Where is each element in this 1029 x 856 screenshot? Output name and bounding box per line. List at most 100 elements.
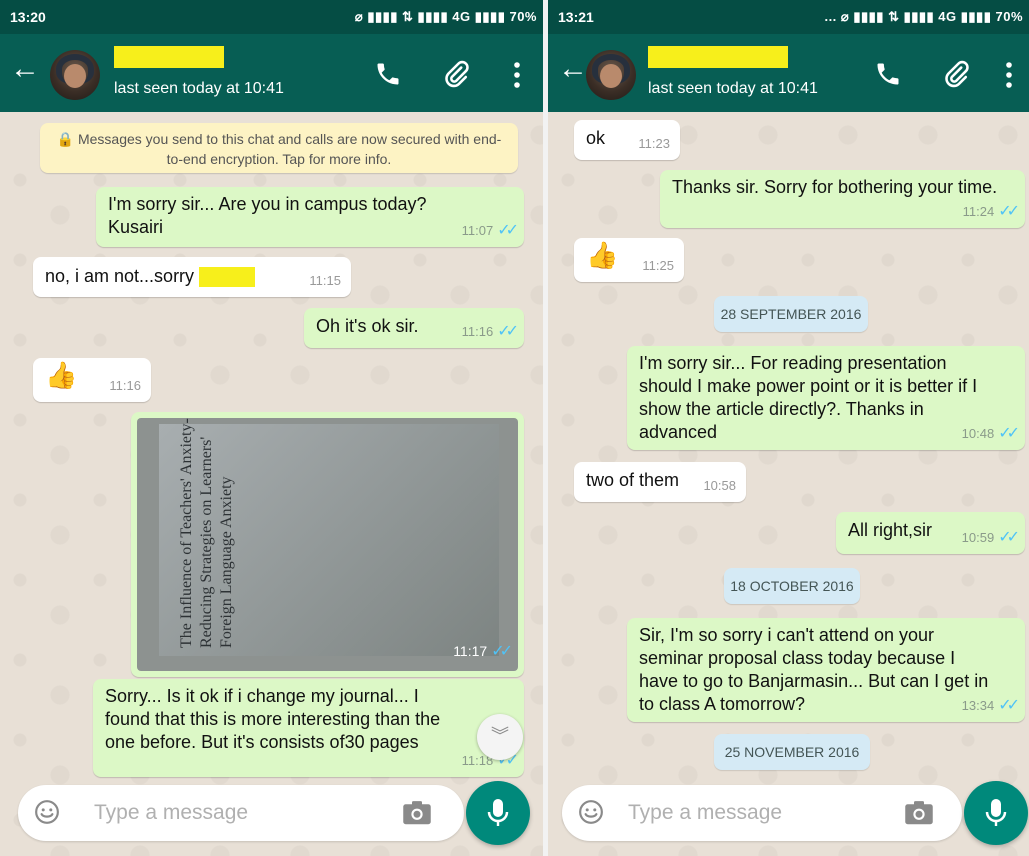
message-outgoing[interactable]: Sorry... Is it ok if i change my journal… [93,679,524,777]
phone-call-icon[interactable] [374,60,402,88]
message-text: Thanks sir. Sorry for bothering your tim… [672,177,998,197]
message-outgoing[interactable]: Thanks sir. Sorry for bothering your tim… [660,170,1025,228]
message-incoming[interactable]: no, i am not...sorry 11:15 [33,257,351,297]
message-meta: 10:48 ✓✓ [961,422,1020,445]
status-time: 13:20 [10,9,46,25]
message-list[interactable]: 🔒 Messages you send to this chat and cal… [0,112,543,856]
message-placeholder: Type a message [628,801,783,824]
phone-call-icon[interactable] [874,60,902,88]
scroll-down-button[interactable]: ︾ [477,714,523,760]
message-meta: 11:16 ✓✓ [461,320,519,343]
back-arrow-icon[interactable]: ← [10,54,40,84]
message-time: 13:34 [961,698,995,713]
message-time: 11:07 [461,223,494,238]
message-input[interactable]: Type a message [562,785,962,841]
encryption-notice[interactable]: 🔒 Messages you send to this chat and cal… [40,123,518,173]
message-meta: 11:16 [109,374,141,397]
message-outgoing[interactable]: I'm sorry sir... Are you in campus today… [96,187,524,247]
message-outgoing[interactable]: All right,sir 10:59 ✓✓ [836,512,1025,554]
message-time: 11:24 [962,204,995,219]
attach-clip-icon[interactable] [942,60,970,88]
message-text: seminar proposal class today because I [639,648,956,668]
journal-photo[interactable]: The Influence of Teachers' Anxiety-Reduc… [137,418,518,671]
chat-header: ← last seen today at 10:41 [0,34,543,112]
message-time: 11:16 [109,378,141,393]
message-meta: 11:25 [642,254,674,277]
chat-screen-right: 13:21 ... ⌀ ▮▮▮▮ ⇅ ▮▮▮▮ 4G ▮▮▮▮ 70% ← la… [548,0,1029,856]
message-outgoing-image[interactable]: The Influence of Teachers' Anxiety-Reduc… [131,412,524,677]
message-meta: 11:15 [309,269,341,292]
message-time: 11:15 [309,273,341,288]
camera-icon[interactable] [402,800,432,826]
message-time: 10:58 [703,478,736,493]
message-incoming[interactable]: two of them 10:58 [574,462,746,502]
back-arrow-icon[interactable]: ← [558,54,588,84]
contact-name-redacted[interactable] [114,46,224,68]
read-ticks-icon: ✓✓ [491,643,513,660]
chevron-down-icon: ︾ [491,726,509,746]
message-incoming-sticker[interactable]: 👍 11:16 [33,358,151,402]
read-ticks-icon: ✓✓ [497,222,519,239]
message-meta: 11:07 ✓✓ [461,219,519,242]
message-time: 11:17 [453,643,488,659]
message-text: no, i am not...sorry [45,266,195,286]
message-text: Sorry... Is it ok if i change my journal… [105,686,419,706]
avatar[interactable] [50,50,100,100]
more-options-icon[interactable] [512,60,522,90]
message-time: 11:23 [638,136,670,151]
message-outgoing[interactable]: I'm sorry sir... For reading presentatio… [627,346,1025,450]
message-outgoing[interactable]: Sir, I'm so sorry i can't attend on your… [627,618,1025,722]
encryption-notice-text: Messages you send to this chat and calls… [77,131,502,167]
lock-icon: 🔒 [56,131,75,147]
voice-message-button[interactable] [466,781,530,845]
message-time: 10:59 [961,530,995,545]
message-text: Oh it's ok sir. [316,316,419,336]
emoji-icon[interactable] [578,799,604,825]
last-seen-status: last seen today at 10:41 [648,80,818,97]
message-time: 11:16 [461,324,494,339]
message-meta: 11:17 ✓✓ [453,640,513,663]
message-text: to class A tomorrow? [639,694,806,714]
message-text: advanced [639,422,718,442]
message-meta: 10:59 ✓✓ [961,526,1020,549]
message-input[interactable]: Type a message [18,785,464,841]
message-time: 10:48 [961,426,995,441]
more-options-icon[interactable] [1004,60,1014,90]
read-ticks-icon: ✓✓ [998,697,1020,714]
message-meta: 10:58 [703,474,736,497]
message-text: have to go to Banjarmasin... But can I g… [639,671,989,691]
message-meta: 13:34 ✓✓ [961,694,1020,717]
status-indicators: ... ⌀ ▮▮▮▮ ⇅ ▮▮▮▮ 4G ▮▮▮▮ 70% [824,9,1023,24]
attach-clip-icon[interactable] [442,60,470,88]
message-text: I'm sorry sir... For reading presentatio… [639,353,947,373]
contact-name-redacted[interactable] [648,46,788,68]
message-time: 11:25 [642,258,674,273]
message-text: ok [586,128,606,148]
message-incoming-sticker[interactable]: 👍 11:25 [574,238,684,282]
date-separator: 28 SEPTEMBER 2016 [714,296,868,332]
avatar[interactable] [586,50,636,100]
message-outgoing[interactable]: Oh it's ok sir. 11:16 ✓✓ [304,308,524,348]
emoji-icon[interactable] [34,799,60,825]
microphone-icon [985,799,1007,826]
camera-icon[interactable] [904,800,934,826]
message-incoming[interactable]: ok 11:23 [574,120,680,160]
journal-title-text: The Influence of Teachers' Anxiety-Reduc… [178,418,235,648]
chat-header: ← last seen today at 10:41 [548,34,1029,112]
read-ticks-icon: ✓✓ [998,203,1020,220]
status-time: 13:21 [558,9,594,25]
message-text: I'm sorry sir... Are you in campus today… [108,194,427,214]
last-seen-status: last seen today at 10:41 [114,80,284,97]
read-ticks-icon: ✓✓ [998,425,1020,442]
message-meta: 11:24 ✓✓ [962,200,1020,223]
message-text: should I make power point or it is bette… [639,376,978,396]
message-text: found that this is more interesting than… [105,709,441,729]
status-bar: 13:21 ... ⌀ ▮▮▮▮ ⇅ ▮▮▮▮ 4G ▮▮▮▮ 70% [548,0,1029,34]
message-text: show the article directly?. Thanks in [639,399,924,419]
chat-screen-left: 13:20 ⌀ ▮▮▮▮ ⇅ ▮▮▮▮ 4G ▮▮▮▮ 70% ← last s… [0,0,543,856]
message-list[interactable]: ok 11:23 Thanks sir. Sorry for bothering… [548,112,1029,856]
voice-message-button[interactable] [964,781,1028,845]
message-text: two of them [586,470,680,490]
read-ticks-icon: ✓✓ [497,323,519,340]
message-text: All right,sir [848,520,933,540]
